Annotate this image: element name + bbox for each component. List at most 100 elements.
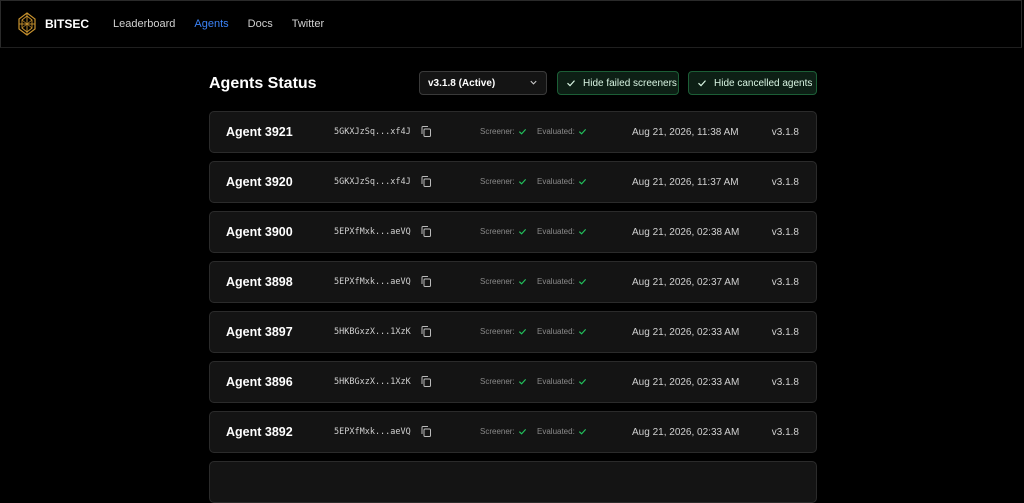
agent-name: Agent 3892 <box>226 425 293 439</box>
evaluated-label: Evaluated: <box>537 277 575 286</box>
agent-hash: 5EPXfMxk...aeVQ <box>334 277 411 287</box>
screener-status: Screener: <box>480 227 527 236</box>
evaluated-status: Evaluated: <box>537 177 587 186</box>
screener-status: Screener: <box>480 427 527 436</box>
agent-date: Aug 21, 2026, 02:37 AM <box>632 277 740 288</box>
check-icon <box>518 328 526 335</box>
agent-name: Agent 3920 <box>226 175 293 189</box>
agent-version: v3.1.8 <box>771 127 799 138</box>
hide-failed-screeners-toggle[interactable]: Hide failed screeners <box>557 71 679 95</box>
screener-label: Screener: <box>480 327 515 336</box>
screener-status: Screener: <box>480 327 527 336</box>
page-title: Agents Status <box>209 75 317 92</box>
agent-card[interactable]: Agent 3900 5EPXfMxk...aeVQ Screener: Evalua… <box>209 211 817 253</box>
agent-card[interactable] <box>209 461 817 503</box>
check-icon <box>578 378 586 385</box>
agent-hash: 5GKXJzSq...xf4J <box>334 127 411 137</box>
agent-hash: 5HKBGxzX...1XzK <box>334 327 411 337</box>
evaluated-label: Evaluated: <box>537 327 575 336</box>
screener-status: Screener: <box>480 377 527 386</box>
agent-card[interactable]: Agent 3921 5GKXJzSq...xf4J Screener: Evalua… <box>209 111 817 153</box>
screener-label: Screener: <box>480 177 515 186</box>
copy-icon[interactable] <box>421 376 431 387</box>
screener-status: Screener: <box>480 277 527 286</box>
agent-card[interactable]: Agent 3896 5HKBGxzX...1XzK Screener: Evalua… <box>209 361 817 403</box>
screener-status: Screener: <box>480 127 527 136</box>
screener-label: Screener: <box>480 227 515 236</box>
screener-label: Screener: <box>480 277 515 286</box>
agent-card[interactable]: Agent 3897 5HKBGxzX...1XzK Screener: Evalua… <box>209 311 817 353</box>
nav-link-agents[interactable]: Agents <box>194 18 228 30</box>
agent-date: Aug 21, 2026, 02:33 AM <box>632 427 740 438</box>
check-icon <box>518 228 526 235</box>
evaluated-label: Evaluated: <box>537 427 575 436</box>
agent-card[interactable]: Agent 3892 5EPXfMxk...aeVQ Screener: Evalua… <box>209 411 817 453</box>
check-icon <box>518 278 526 285</box>
copy-icon[interactable] <box>421 426 431 437</box>
agent-version: v3.1.8 <box>771 227 799 238</box>
nav-links: Leaderboard Agents Docs Twitter <box>113 18 343 30</box>
agent-version: v3.1.8 <box>771 277 799 288</box>
agent-hash: 5EPXfMxk...aeVQ <box>334 427 411 437</box>
evaluated-label: Evaluated: <box>537 227 575 236</box>
check-icon <box>518 378 526 385</box>
copy-icon[interactable] <box>421 276 431 287</box>
evaluated-status: Evaluated: <box>537 277 587 286</box>
brand-name: BITSEC <box>45 17 90 31</box>
evaluated-label: Evaluated: <box>537 177 575 186</box>
top-navigation: BITSEC Leaderboard Agents Docs Twitter <box>0 0 1022 48</box>
nav-link-docs[interactable]: Docs <box>248 18 273 30</box>
agent-date: Aug 21, 2026, 11:38 AM <box>632 127 739 138</box>
agent-version: v3.1.8 <box>771 427 799 438</box>
agent-name: Agent 3896 <box>226 375 293 389</box>
check-icon <box>578 128 586 135</box>
hide-cancelled-agents-toggle[interactable]: Hide cancelled agents <box>688 71 817 95</box>
agent-hash: 5GKXJzSq...xf4J <box>334 177 411 187</box>
bitsec-logo-icon <box>18 12 36 36</box>
check-icon <box>578 428 586 435</box>
evaluated-label: Evaluated: <box>537 377 575 386</box>
hide-cancelled-label: Hide cancelled agents <box>714 77 813 89</box>
brand[interactable]: BITSEC <box>17 12 89 36</box>
check-icon <box>578 178 586 185</box>
copy-icon[interactable] <box>421 226 431 237</box>
agent-name: Agent 3921 <box>226 125 293 139</box>
header-row: Agents Status v3.1.8 (Active) Hide faile… <box>209 60 817 106</box>
version-select[interactable]: v3.1.8 (Active) <box>419 71 547 95</box>
copy-icon[interactable] <box>421 126 431 137</box>
evaluated-status: Evaluated: <box>537 227 587 236</box>
agent-card[interactable]: Agent 3920 5GKXJzSq...xf4J Screener: Evalua… <box>209 161 817 203</box>
agent-card[interactable]: Agent 3898 5EPXfMxk...aeVQ Screener: Evalua… <box>209 261 817 303</box>
agent-date: Aug 21, 2026, 02:38 AM <box>632 227 740 238</box>
evaluated-status: Evaluated: <box>537 427 587 436</box>
check-icon <box>567 80 575 87</box>
agent-hash: 5EPXfMxk...aeVQ <box>334 227 411 237</box>
check-icon <box>578 278 586 285</box>
check-icon <box>518 178 526 185</box>
version-select-value: v3.1.8 (Active) <box>428 77 496 89</box>
evaluated-label: Evaluated: <box>537 127 575 136</box>
hide-failed-label: Hide failed screeners <box>583 77 677 89</box>
screener-label: Screener: <box>480 127 515 136</box>
copy-icon[interactable] <box>421 326 431 337</box>
agent-date: Aug 21, 2026, 11:37 AM <box>632 177 739 188</box>
agent-name: Agent 3897 <box>226 325 293 339</box>
nav-link-twitter[interactable]: Twitter <box>292 18 324 30</box>
evaluated-status: Evaluated: <box>537 377 587 386</box>
screener-label: Screener: <box>480 377 515 386</box>
check-icon <box>698 80 706 87</box>
check-icon <box>578 328 586 335</box>
main-content: Agents Status v3.1.8 (Active) Hide faile… <box>209 60 817 503</box>
agent-version: v3.1.8 <box>771 377 799 388</box>
evaluated-status: Evaluated: <box>537 127 587 136</box>
agent-date: Aug 21, 2026, 02:33 AM <box>632 377 740 388</box>
agent-name: Agent 3900 <box>226 225 293 239</box>
nav-link-leaderboard[interactable]: Leaderboard <box>113 18 175 30</box>
copy-icon[interactable] <box>421 176 431 187</box>
agent-version: v3.1.8 <box>771 327 799 338</box>
agent-date: Aug 21, 2026, 02:33 AM <box>632 327 740 338</box>
agent-hash: 5HKBGxzX...1XzK <box>334 377 411 387</box>
agent-name: Agent 3898 <box>226 275 293 289</box>
agent-version: v3.1.8 <box>771 177 799 188</box>
screener-status: Screener: <box>480 177 527 186</box>
